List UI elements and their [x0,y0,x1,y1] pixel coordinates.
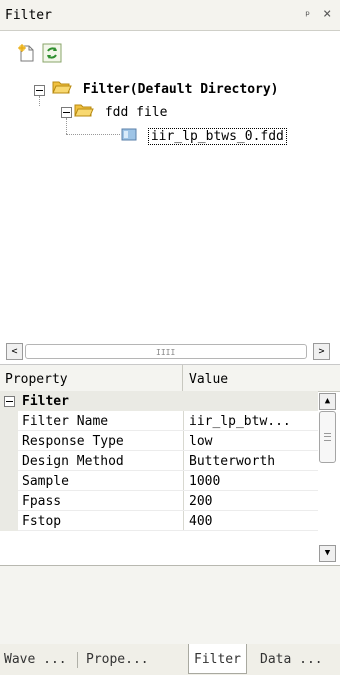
property-value-cell[interactable]: Butterworth [183,451,319,471]
scroll-up-button[interactable]: ▲ [319,393,336,410]
tree-connector [66,118,67,134]
tree-connector [66,134,120,135]
column-header-value[interactable]: Value [189,372,228,387]
panel-tabs: Wave ... Prope... Filter Data ... [0,644,340,675]
tab-data[interactable]: Data ... [260,652,323,667]
property-row[interactable]: Fstop 400 [0,511,318,531]
tree-item-label: iir_lp_btws_0.fdd [147,127,287,145]
scrollbar-thumb[interactable]: IIII [25,344,307,359]
property-description-area [0,565,340,645]
property-row[interactable]: Sample 1000 [0,471,318,491]
scroll-right-button[interactable]: > [313,343,330,360]
property-row[interactable]: Fpass 200 [0,491,318,511]
property-value-cell[interactable]: iir_lp_btw... [183,411,319,431]
grip-icon: IIII [156,348,176,357]
property-value-cell[interactable]: low [183,431,319,451]
property-name: Response Type [22,434,124,449]
column-header-property[interactable]: Property [5,372,68,387]
row-margin [0,511,18,531]
collapse-icon[interactable] [61,107,72,118]
property-row[interactable]: Design Method Butterworth [0,451,318,471]
collapse-icon[interactable] [34,85,45,96]
tree-connector [39,96,40,106]
tab-properties[interactable]: Prope... [86,652,149,667]
property-vertical-scrollbar[interactable]: ▲ ▼ [318,391,338,565]
tree-item-label: fdd file [104,104,168,120]
property-value: low [189,434,213,449]
tab-wave[interactable]: Wave ... [4,652,67,667]
property-value: 1000 [189,474,221,489]
scrollbar-thumb[interactable] [319,411,336,463]
new-file-icon[interactable] [17,43,37,63]
scroll-down-button[interactable]: ▼ [319,545,336,562]
toolbar [0,31,340,73]
property-grid-header: Property Value [0,365,340,392]
panel-titlebar: Filter ᵖ × [0,0,340,31]
tree-item-root[interactable]: Filter(Default Directory) [52,79,279,99]
file-icon [120,126,138,146]
property-name: Design Method [22,454,124,469]
panel-title: Filter [5,8,52,23]
row-margin [0,471,18,491]
pin-icon[interactable]: ᵖ [304,8,311,22]
row-margin [0,431,18,451]
property-name: Fstop [22,514,62,529]
refresh-icon[interactable] [42,43,62,63]
tab-divider [77,652,78,668]
property-name: Filter Name [22,414,109,429]
column-divider[interactable] [182,365,183,391]
category-label: Filter [22,394,69,409]
row-margin [0,491,18,511]
file-tree: Filter(Default Directory) fdd file iir_l… [6,74,340,334]
property-value: iir_lp_btw... [189,414,291,429]
grip-icon [324,433,331,441]
tree-horizontal-scrollbar[interactable]: < IIII > [6,343,340,361]
folder-open-icon [52,79,72,99]
collapse-icon[interactable] [4,396,15,407]
property-grid: Property Value Filter Filter Name iir_lp… [0,364,340,565]
property-name: Fpass [22,494,62,509]
tree-item-file[interactable]: iir_lp_btws_0.fdd [120,126,287,146]
row-margin [0,411,18,431]
scroll-left-button[interactable]: < [6,343,23,360]
close-icon[interactable]: × [323,6,331,22]
property-category[interactable]: Filter [0,391,318,411]
property-value: 400 [189,514,213,529]
row-margin [0,451,18,471]
property-row[interactable]: Filter Name iir_lp_btw... [0,411,318,431]
property-value: 200 [189,494,213,509]
property-row[interactable]: Response Type low [0,431,318,451]
property-value-cell[interactable]: 1000 [183,471,319,491]
property-value-cell[interactable]: 200 [183,491,319,511]
tab-filter[interactable]: Filter [188,644,247,674]
tree-item-fdd-file[interactable]: fdd file [74,102,167,122]
tree-item-label: Filter(Default Directory) [82,81,279,97]
property-value: Butterworth [189,454,276,469]
folder-open-icon [74,102,94,122]
row-divider [18,530,318,531]
property-name: Sample [22,474,69,489]
property-value-cell[interactable]: 400 [183,511,319,531]
